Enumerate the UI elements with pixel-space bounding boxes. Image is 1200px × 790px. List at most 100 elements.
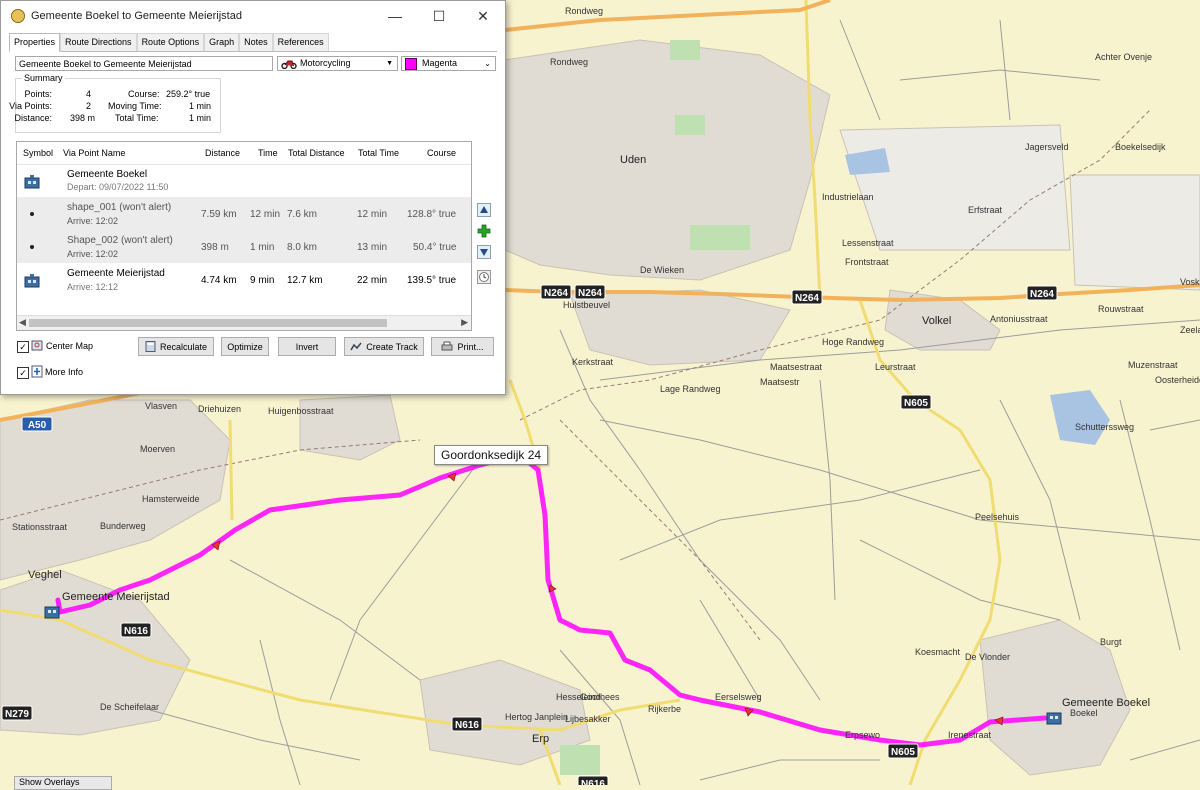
place-label: Leurstraat <box>875 362 916 372</box>
time-button[interactable] <box>475 269 493 285</box>
road-shield: N264 <box>791 289 823 305</box>
table-row[interactable]: shape_001 (won't alert) Arrive: 12:02 7.… <box>17 197 471 230</box>
tab-route-options[interactable]: Route Options <box>136 33 205 51</box>
optimize-button[interactable]: Optimize <box>221 337 269 356</box>
tab-references[interactable]: References <box>272 33 329 51</box>
table-row[interactable]: Gemeente Boekel Depart: 09/07/2022 11:50 <box>17 164 471 197</box>
svg-text:N264: N264 <box>1030 289 1054 300</box>
place-label: Rondweg <box>565 6 603 16</box>
road-shield: N279 <box>1 705 33 721</box>
place-label: Driehuizen <box>198 404 241 414</box>
print-button[interactable]: Print... <box>431 337 494 356</box>
col-total-distance[interactable]: Total Distance <box>288 148 345 158</box>
calculator-icon <box>145 341 156 352</box>
place-label: Antoniusstraat <box>990 314 1048 324</box>
city-icon <box>24 175 40 189</box>
route-properties-dialog: Gemeente Boekel to Gemeente Meierijstad … <box>0 0 506 395</box>
place-label: Frontstraat <box>845 257 889 267</box>
motorway-shield: A50 <box>21 416 53 432</box>
cell-distance: 4.74 km <box>201 275 237 286</box>
tab-route-directions[interactable]: Route Directions <box>60 33 137 51</box>
place-label: Moerven <box>140 444 175 454</box>
maximize-button[interactable]: ☐ <box>417 1 461 31</box>
minimize-button[interactable]: — <box>373 1 417 31</box>
via-points-label: Via Points: <box>9 101 52 111</box>
place-label: Kerkstraat <box>572 357 614 367</box>
recalculate-button[interactable]: Recalculate <box>138 337 214 356</box>
optimize-label: Optimize <box>227 341 263 352</box>
total-time-value: 1 min <box>189 113 212 123</box>
route-color-select[interactable]: Magenta ⌄ <box>401 56 496 71</box>
road-shield: N264 <box>540 284 572 300</box>
place-label: Maatsestraat <box>770 362 823 372</box>
col-via-point-name[interactable]: Via Point Name <box>63 148 125 158</box>
triangle-up-icon <box>477 203 491 217</box>
create-track-button[interactable]: Create Track <box>344 337 424 356</box>
col-distance[interactable]: Distance <box>205 148 240 158</box>
moving-time-value: 1 min <box>189 101 212 111</box>
window-title: Gemeente Boekel to Gemeente Meierijstad <box>31 10 242 22</box>
chevron-down-icon: ⌄ <box>484 59 491 68</box>
via-points-table: Symbol Via Point Name Distance Time Tota… <box>16 141 472 331</box>
cell-time: 9 min <box>250 275 275 286</box>
col-total-time[interactable]: Total Time <box>358 148 399 158</box>
invert-button[interactable]: Invert <box>278 337 336 356</box>
place-label: Erpsewo <box>845 730 880 740</box>
place-label: Boekelsedijk <box>1115 142 1166 152</box>
place-label: Erp <box>532 733 549 745</box>
svg-text:N605: N605 <box>904 398 928 409</box>
cell-total-time: 13 min <box>357 242 388 253</box>
city-marker-boekel[interactable] <box>1046 712 1062 725</box>
add-point-button[interactable] <box>475 223 493 239</box>
recalculate-label: Recalculate <box>159 341 208 352</box>
cell-course: 139.5° true <box>407 275 457 286</box>
svg-text:N616: N616 <box>455 720 479 731</box>
moving-time-label: Moving Time: <box>108 101 162 111</box>
close-button[interactable]: ✕ <box>461 1 505 31</box>
scroll-left-icon[interactable]: ◀ <box>19 317 26 328</box>
scrollbar-thumb[interactable] <box>29 319 387 327</box>
points-value: 4 <box>86 89 92 99</box>
center-map-checkbox[interactable]: ✓ <box>17 341 29 353</box>
place-label: De Vlonder <box>965 652 1010 662</box>
more-info-checkbox[interactable]: ✓ <box>17 367 29 379</box>
place-label: Hertog Janplein <box>505 712 568 722</box>
table-row[interactable]: Shape_002 (won't alert) Arrive: 12:02 39… <box>17 230 471 263</box>
tab-notes[interactable]: Notes <box>239 33 273 51</box>
invert-label: Invert <box>295 341 319 352</box>
horizontal-scrollbar[interactable]: ◀ ▶ <box>17 315 471 330</box>
place-label: Bunderweg <box>100 521 146 531</box>
create-track-label: Create Track <box>366 341 418 352</box>
road-shield: N616 <box>577 775 609 785</box>
move-down-button[interactable] <box>475 244 493 260</box>
tab-graph[interactable]: Graph <box>204 33 240 51</box>
place-label: Lage Randweg <box>660 384 721 394</box>
col-time[interactable]: Time <box>258 148 278 158</box>
table-row[interactable]: Gemeente Meierijstad Arrive: 12:12 4.74 … <box>17 263 471 296</box>
col-symbol[interactable]: Symbol <box>23 148 53 158</box>
course-label: Course: <box>128 89 160 99</box>
city-label-boekel: Gemeente Boekel <box>1062 697 1150 709</box>
transport-mode-select[interactable]: Motorcycling ▼ <box>277 56 398 71</box>
scroll-right-icon[interactable]: ▶ <box>461 317 468 328</box>
col-course[interactable]: Course <box>427 148 456 158</box>
place-label: Hamsterweide <box>142 494 200 504</box>
svg-text:N616: N616 <box>124 626 148 637</box>
via-point-time: Arrive: 12:12 <box>67 282 119 292</box>
place-label: Hulstbeuvel <box>563 300 610 310</box>
total-time-label: Total Time: <box>115 113 159 123</box>
svg-text:N264: N264 <box>795 293 819 304</box>
tab-properties[interactable]: Properties <box>9 33 61 52</box>
svg-text:A50: A50 <box>28 420 47 431</box>
city-marker-meierijstad[interactable] <box>44 606 60 619</box>
move-up-button[interactable] <box>475 202 493 218</box>
triangle-down-icon <box>477 245 491 259</box>
place-label: Voskuilen <box>1180 277 1200 287</box>
cell-total-time: 12 min <box>357 209 388 220</box>
place-label: Schutterssweg <box>1075 422 1134 432</box>
route-color-label: Magenta <box>422 58 458 68</box>
place-label: Stationsstraat <box>12 522 68 532</box>
show-overlays-button[interactable]: Show Overlays <box>14 776 112 790</box>
place-label: Industrielaan <box>822 192 874 202</box>
route-name-input[interactable]: Gemeente Boekel to Gemeente Meierijstad <box>15 56 273 71</box>
